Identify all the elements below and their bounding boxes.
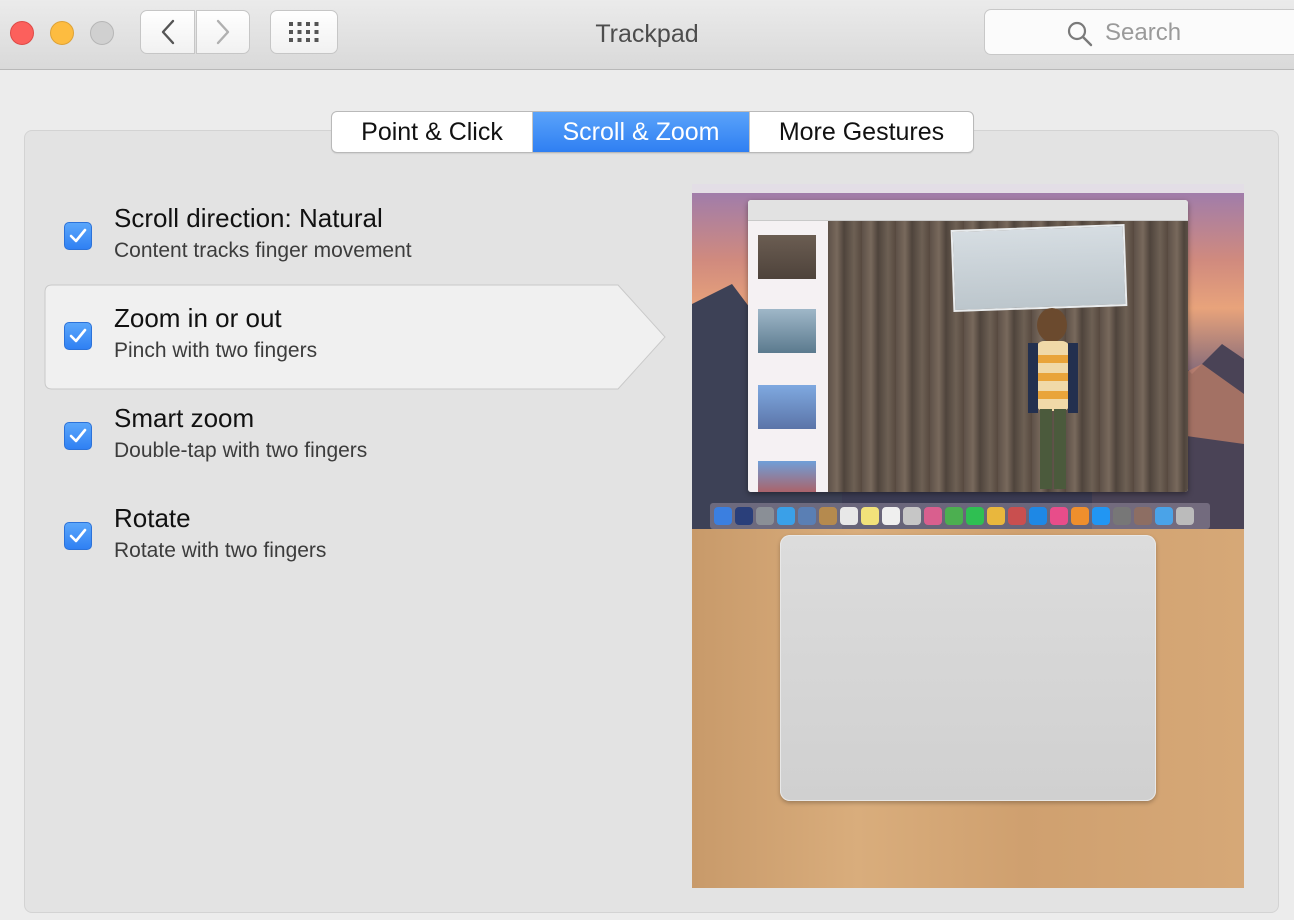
preview-app-window bbox=[748, 200, 1188, 492]
preview-screen bbox=[692, 184, 1244, 529]
option-scroll-direction[interactable]: Scroll direction: Natural Content tracks… bbox=[44, 184, 664, 288]
checkmark-icon bbox=[69, 328, 87, 343]
tab-point-and-click[interactable]: Point & Click bbox=[332, 112, 532, 152]
option-zoom-in-or-out[interactable]: Zoom in or out Pinch with two fingers bbox=[44, 284, 664, 388]
option-subtitle: Rotate with two fingers bbox=[114, 539, 327, 562]
trackpad-illustration bbox=[780, 535, 1156, 801]
option-subtitle: Pinch with two fingers bbox=[114, 339, 318, 362]
checkmark-icon bbox=[69, 228, 87, 243]
preview-window-toolbar bbox=[748, 200, 1188, 221]
option-title: Scroll direction: Natural bbox=[114, 203, 383, 233]
preview-sidebar bbox=[748, 221, 828, 492]
checkmark-icon bbox=[69, 428, 87, 443]
preview-thumbnail bbox=[758, 461, 816, 492]
option-title: Zoom in or out bbox=[114, 303, 282, 333]
smart-zoom-checkbox[interactable] bbox=[64, 422, 92, 450]
preview-menu-bar bbox=[692, 184, 1244, 193]
tab-bar: Point & Click Scroll & Zoom More Gesture… bbox=[331, 111, 974, 153]
search-icon bbox=[1067, 21, 1093, 47]
search-field[interactable] bbox=[984, 9, 1294, 55]
preview-photo bbox=[828, 221, 1188, 492]
option-rotate[interactable]: Rotate Rotate with two fingers bbox=[44, 484, 664, 588]
option-subtitle: Content tracks finger movement bbox=[114, 239, 412, 262]
search-input[interactable] bbox=[1103, 18, 1294, 48]
tab-scroll-and-zoom[interactable]: Scroll & Zoom bbox=[532, 112, 749, 152]
gesture-preview-image bbox=[692, 184, 1244, 888]
option-smart-zoom[interactable]: Smart zoom Double-tap with two fingers bbox=[44, 384, 664, 488]
preview-thumbnail bbox=[758, 309, 816, 353]
preview-photo-sign bbox=[950, 223, 1128, 313]
option-title: Smart zoom bbox=[114, 403, 255, 433]
option-title: Rotate bbox=[114, 503, 191, 533]
preview-dock bbox=[710, 503, 1210, 529]
preview-thumbnail bbox=[758, 235, 816, 279]
rotate-checkbox[interactable] bbox=[64, 522, 92, 550]
preview-thumbnail bbox=[758, 385, 816, 429]
checkmark-icon bbox=[69, 528, 87, 543]
zoom-in-or-out-checkbox[interactable] bbox=[64, 322, 92, 350]
tab-more-gestures[interactable]: More Gestures bbox=[749, 112, 973, 152]
title-bar: Trackpad bbox=[0, 0, 1294, 70]
preview-photo-person bbox=[1028, 308, 1078, 489]
option-subtitle: Double-tap with two fingers bbox=[114, 439, 368, 462]
scroll-direction-checkbox[interactable] bbox=[64, 222, 92, 250]
